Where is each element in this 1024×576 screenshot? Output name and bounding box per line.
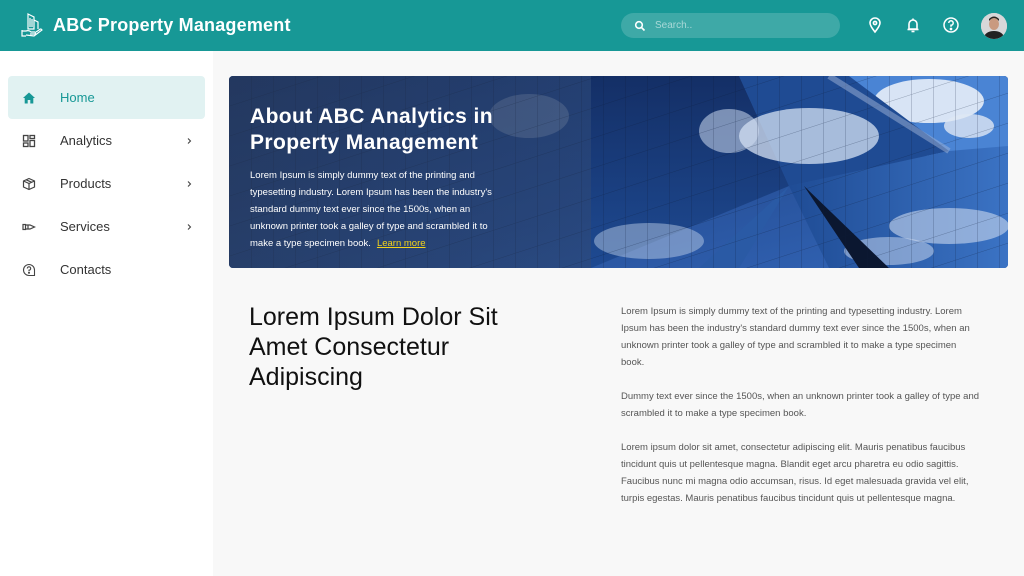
sidebar-item-home[interactable]: Home <box>8 76 205 119</box>
sidebar-item-label: Contacts <box>60 262 112 277</box>
hero-body-text: Lorem Ipsum is simply dummy text of the … <box>250 170 492 249</box>
location-pin-icon[interactable] <box>866 16 884 34</box>
sidebar-item-label: Services <box>60 219 110 234</box>
hand-service-icon <box>22 223 36 230</box>
avatar-image <box>981 13 1007 39</box>
sidebar-item-services[interactable]: Services <box>8 205 205 248</box>
sidebar-item-label: Products <box>60 176 112 191</box>
search-input[interactable] <box>655 20 825 31</box>
sidebar-item-label: Analytics <box>60 133 113 148</box>
chevron-right-icon <box>187 137 192 144</box>
dashboard-grid-icon <box>22 134 36 147</box>
app-title: ABC Property Management <box>53 14 291 35</box>
user-avatar[interactable] <box>981 13 1007 39</box>
search-icon <box>634 20 646 31</box>
home-icon <box>23 92 35 103</box>
content-paragraph-3: Lorem ipsum dolor sit amet, consectetur … <box>621 442 969 504</box>
content-paragraph-2: Dummy text ever since the 1500s, when an… <box>621 391 980 419</box>
sidebar-item-analytics[interactable]: Analytics <box>8 119 205 162</box>
sidebar-item-contacts[interactable]: Contacts <box>8 248 205 291</box>
sidebar: Home Analytics Products Services Contact… <box>0 51 213 576</box>
search-bar[interactable] <box>621 13 840 38</box>
building-hand-icon <box>21 13 43 37</box>
box-icon <box>22 177 36 190</box>
content-paragraph-1: Lorem Ipsum is simply dummy text of the … <box>621 306 970 368</box>
help-circle-icon <box>22 263 36 276</box>
hero-body: Lorem Ipsum is simply dummy text of the … <box>250 167 510 252</box>
sidebar-item-label: Home <box>60 90 95 105</box>
learn-more-link[interactable]: Learn more <box>377 238 426 249</box>
brand[interactable]: ABC Property Management <box>20 12 291 38</box>
bell-icon[interactable] <box>904 16 922 34</box>
help-circle-icon[interactable] <box>942 16 960 34</box>
chevron-right-icon <box>187 180 192 187</box>
hero-title: About ABC Analytics in Property Manageme… <box>250 105 493 154</box>
hero-banner: About ABC Analytics in Property Manageme… <box>229 76 1008 268</box>
top-header: ABC Property Management <box>0 0 1024 51</box>
chevron-right-icon <box>187 223 192 230</box>
content-heading: Lorem Ipsum Dolor Sit Amet Consectetur A… <box>249 303 498 391</box>
sidebar-item-products[interactable]: Products <box>8 162 205 205</box>
